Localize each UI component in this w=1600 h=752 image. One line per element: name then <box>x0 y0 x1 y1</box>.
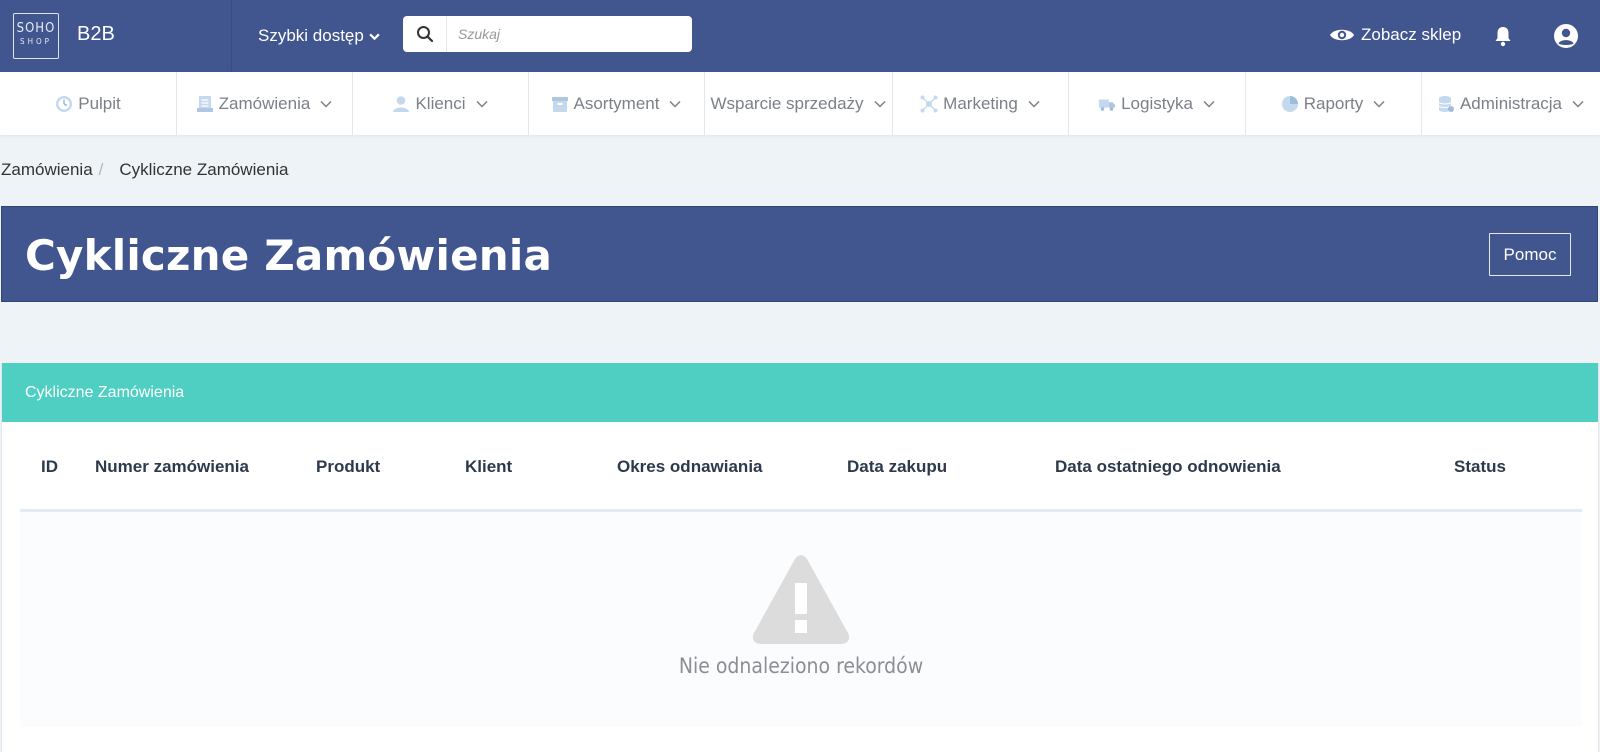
nav-item-assortment[interactable]: Asortyment <box>529 72 705 135</box>
page-header: Cykliczne Zamówienia Pomoc <box>1 206 1598 302</box>
search-box <box>403 16 692 52</box>
recurring-orders-card: Cykliczne Zamówienia ID Numer zamówienia… <box>1 363 1599 752</box>
warning-icon <box>751 553 851 650</box>
column-header-client[interactable]: Klient <box>465 457 512 477</box>
logo-text-bottom: SHOP <box>20 37 52 46</box>
view-shop-link[interactable]: Zobacz sklep <box>1329 25 1461 45</box>
table-empty-state: Nie odnaleziono rekordów <box>20 512 1582 727</box>
nav-item-administration[interactable]: Administracja <box>1422 72 1600 135</box>
pie-chart-icon <box>1281 95 1299 113</box>
nav-label: Raporty <box>1303 93 1364 113</box>
database-icon <box>1437 95 1455 113</box>
nav-item-clients[interactable]: Klienci <box>353 72 529 135</box>
chevron-down-icon <box>1027 97 1041 111</box>
column-header-renewal-period[interactable]: Okres odnawiania <box>617 457 763 477</box>
notifications-bell-icon[interactable] <box>1494 25 1512 52</box>
user-account-icon[interactable] <box>1553 23 1579 54</box>
search-icon[interactable] <box>403 16 447 52</box>
nav-label: Zamówienia <box>218 93 311 113</box>
breadcrumb: Zamówienia / Cykliczne Zamówienia <box>1 160 289 180</box>
truck-icon <box>1098 95 1116 113</box>
nav-item-orders[interactable]: Zamówienia <box>177 72 353 135</box>
chevron-down-icon <box>475 97 489 111</box>
page-title: Cykliczne Zamówienia <box>25 231 553 280</box>
chevron-down-icon <box>668 97 682 111</box>
help-button[interactable]: Pomoc <box>1489 233 1571 276</box>
breadcrumb-separator: / <box>98 160 104 179</box>
soho-shop-logo[interactable]: SOHO SHOP <box>13 13 59 59</box>
chevron-down-icon <box>319 97 333 111</box>
quick-access-label: Szybki dostęp <box>258 26 364 45</box>
quick-access-dropdown[interactable]: Szybki dostęp <box>258 26 380 46</box>
column-header-product[interactable]: Produkt <box>316 457 380 477</box>
nav-item-sales-support[interactable]: Wsparcie sprzedaży <box>705 72 893 135</box>
nav-item-reports[interactable]: Raporty <box>1246 72 1422 135</box>
eye-icon <box>1330 29 1354 41</box>
nav-label: Klienci <box>415 93 466 113</box>
top-bar: SOHO SHOP B2B Szybki dostęp Zobacz sklep <box>0 0 1600 72</box>
brand-label: B2B <box>77 23 115 45</box>
table-header: ID Numer zamówienia Produkt Klient Okres… <box>20 422 1582 512</box>
box-icon <box>551 95 569 113</box>
column-header-last-renewal-date[interactable]: Data ostatniego odnowienia <box>1055 457 1281 477</box>
column-header-status[interactable]: Status <box>1454 457 1506 477</box>
main-navigation: Pulpit Zamówienia Klienci Asortyment Wsp… <box>0 72 1600 135</box>
card-header: Cykliczne Zamówienia <box>2 363 1598 422</box>
nav-label: Administracja <box>1459 93 1563 113</box>
chevron-down-icon <box>1571 97 1585 111</box>
network-icon <box>920 95 938 113</box>
empty-message: Nie odnaleziono rekordów <box>678 654 924 678</box>
column-header-id[interactable]: ID <box>41 457 58 477</box>
search-input[interactable] <box>447 17 687 51</box>
nav-item-marketing[interactable]: Marketing <box>893 72 1069 135</box>
view-shop-label: Zobacz sklep <box>1361 25 1462 44</box>
recurring-orders-table: ID Numer zamówienia Produkt Klient Okres… <box>20 422 1582 727</box>
nav-label: Pulpit <box>78 93 121 113</box>
logo-text-top: SOHO <box>16 21 56 36</box>
orders-icon <box>196 95 214 113</box>
dashboard-icon <box>55 95 73 113</box>
column-header-order-number[interactable]: Numer zamówienia <box>95 457 249 477</box>
nav-item-dashboard[interactable]: Pulpit <box>0 72 177 135</box>
nav-label: Wsparcie sprzedaży <box>710 93 864 113</box>
column-header-purchase-date[interactable]: Data zakupu <box>847 457 947 477</box>
chevron-down-icon <box>369 33 380 40</box>
nav-label: Logistyka <box>1121 93 1193 113</box>
nav-label: Asortyment <box>573 93 660 113</box>
user-icon <box>392 95 410 113</box>
chevron-down-icon <box>1202 97 1216 111</box>
nav-item-logistics[interactable]: Logistyka <box>1069 72 1246 135</box>
nav-label: Marketing <box>943 93 1018 113</box>
breadcrumb-orders-link[interactable]: Zamówienia <box>1 160 93 180</box>
brand-area[interactable]: SOHO SHOP B2B <box>0 0 232 72</box>
breadcrumb-current: Cykliczne Zamówienia <box>119 160 289 179</box>
chevron-down-icon <box>873 97 887 111</box>
card-title: Cykliczne Zamówienia <box>25 383 185 401</box>
chevron-down-icon <box>1372 97 1386 111</box>
